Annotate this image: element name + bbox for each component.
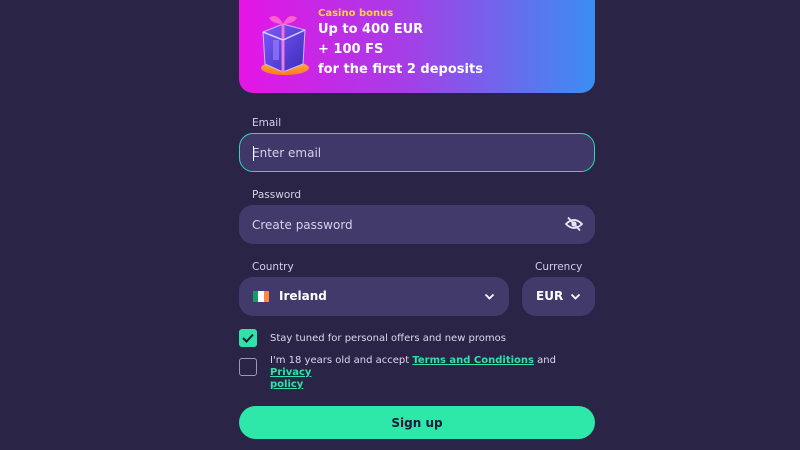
chevron-down-icon xyxy=(484,293,495,300)
terms-text-before: I'm 18 years old and accept xyxy=(270,355,413,366)
terms-link[interactable]: Terms and Conditions xyxy=(412,355,534,366)
bonus-kicker: Casino bonus xyxy=(318,8,394,19)
currency-value: EUR xyxy=(536,289,564,303)
email-label: Email xyxy=(252,117,282,129)
bonus-amount: Up to 400 EUR xyxy=(318,22,424,37)
promos-checkbox[interactable] xyxy=(239,329,257,347)
bonus-free-spins: + 100 FS xyxy=(318,42,384,57)
gift-box-icon xyxy=(261,16,309,75)
bonus-condition: for the first 2 deposits xyxy=(318,62,483,77)
password-input[interactable] xyxy=(252,205,532,244)
country-select[interactable]: Ireland xyxy=(239,277,509,316)
sign-up-button[interactable]: Sign up xyxy=(239,406,595,439)
bonus-banner[interactable]: Casino bonus Up to 400 EUR + 100 FS for … xyxy=(239,0,595,93)
email-field-wrapper[interactable] xyxy=(239,133,595,172)
email-input[interactable] xyxy=(252,134,532,171)
chevron-down-icon xyxy=(570,293,581,300)
currency-label: Currency xyxy=(535,261,583,273)
password-field-wrapper[interactable] xyxy=(239,205,595,244)
text-caret xyxy=(253,146,254,161)
signup-form: Casino bonus Up to 400 EUR + 100 FS for … xyxy=(239,0,595,450)
terms-label: I'm 18 years old and accept Terms and Co… xyxy=(270,355,590,391)
password-label: Password xyxy=(252,189,302,201)
currency-select[interactable]: EUR xyxy=(522,277,595,316)
promos-label: Stay tuned for personal offers and new p… xyxy=(270,333,506,344)
checkmark-icon xyxy=(242,333,254,343)
privacy-link[interactable]: Privacy xyxy=(270,367,311,378)
country-value: Ireland xyxy=(279,289,327,303)
ireland-flag-icon xyxy=(253,291,269,302)
terms-checkbox[interactable] xyxy=(239,358,257,376)
country-label: Country xyxy=(252,261,294,273)
privacy-link-line2[interactable]: policy xyxy=(270,379,303,390)
eye-off-icon[interactable] xyxy=(565,216,583,232)
terms-text-middle: and xyxy=(534,355,556,366)
